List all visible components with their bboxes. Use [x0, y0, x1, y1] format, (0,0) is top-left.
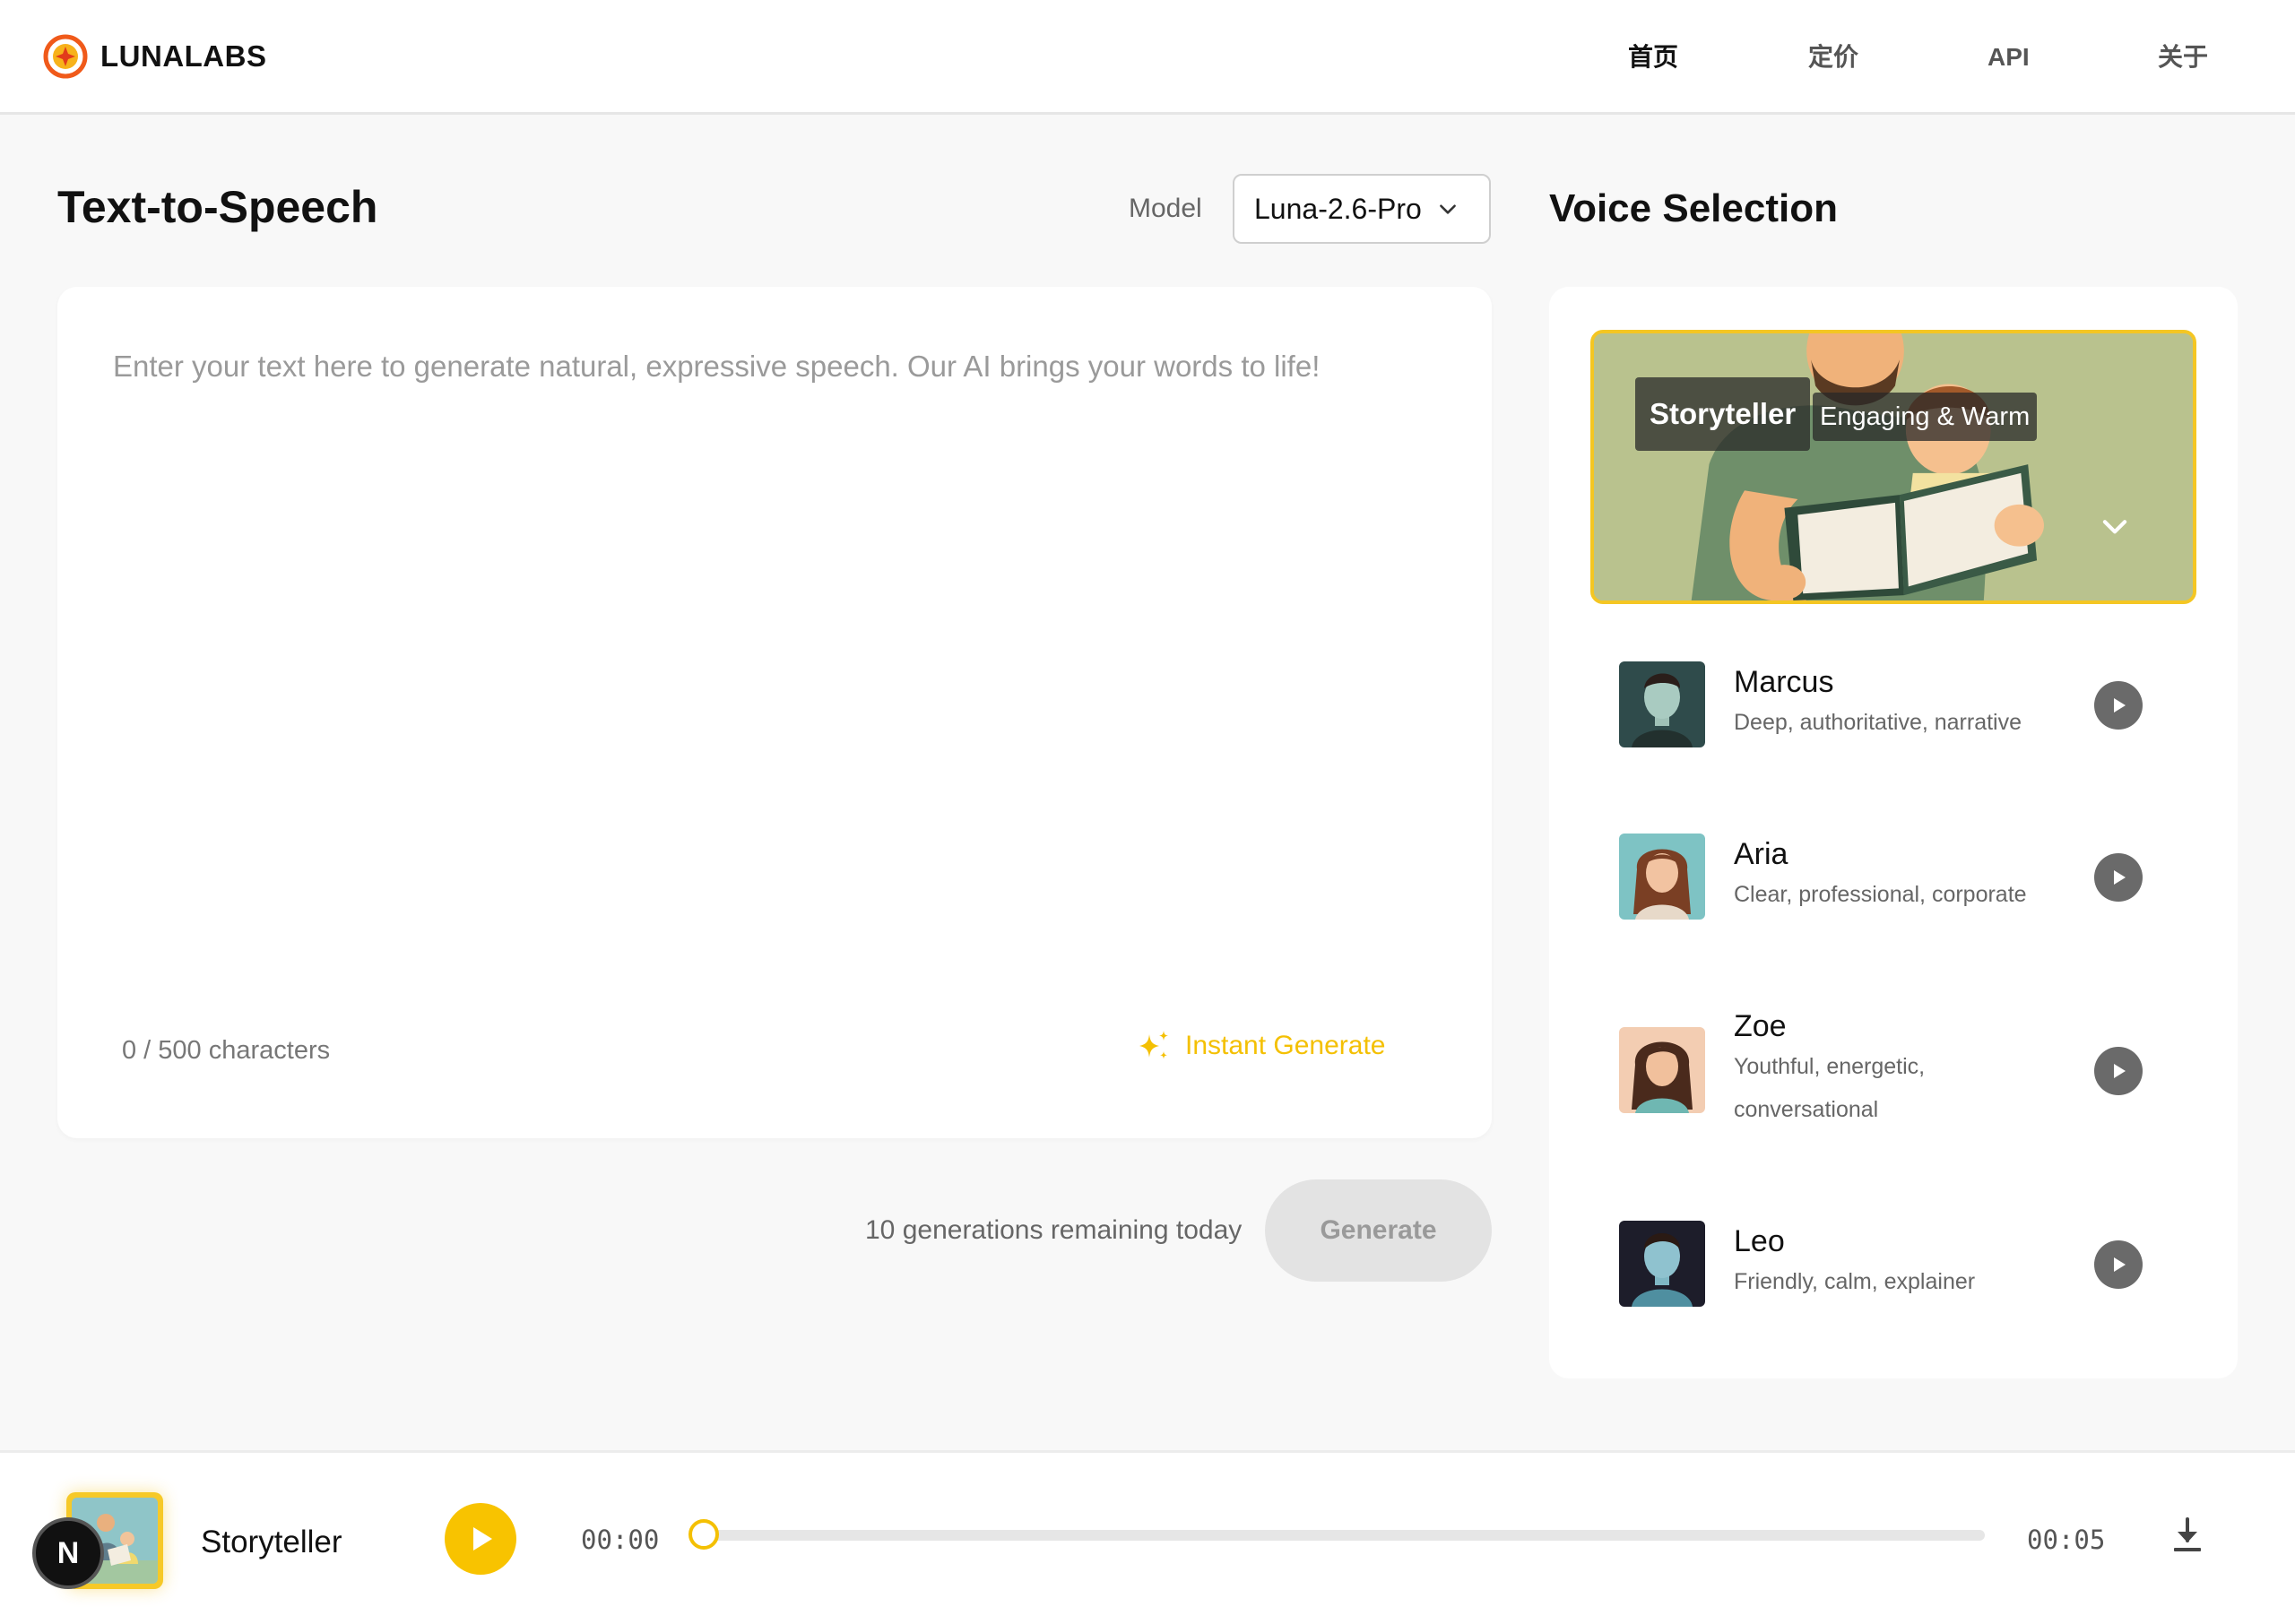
zoe-avatar	[1619, 1027, 1705, 1113]
current-time: 00:00	[581, 1525, 660, 1555]
download-icon[interactable]	[2169, 1516, 2205, 1555]
voice-name: Aria	[1734, 837, 1788, 871]
voice-name: Marcus	[1734, 665, 1834, 699]
play-icon	[2114, 698, 2126, 713]
featured-voice-name: Storyteller	[1635, 377, 1811, 451]
text-input[interactable]	[113, 350, 1440, 995]
nav-pricing[interactable]: 定价	[1808, 39, 1858, 75]
instant-generate-button[interactable]: Instant Generate	[1135, 1027, 1385, 1065]
instant-generate-label: Instant Generate	[1185, 1031, 1386, 1060]
audio-player: Storyteller 00:00 00:05	[0, 1450, 2295, 1624]
voice-description: Friendly, calm, explainer	[1734, 1269, 1976, 1294]
model-select[interactable]: Luna-2.6-Pro	[1233, 174, 1491, 244]
model-label: Model	[1129, 194, 1202, 223]
voice-item-aria[interactable]: Aria Clear, professional, corporate	[1619, 834, 2184, 923]
voice-description: Deep, authoritative, narrative	[1734, 710, 2022, 735]
voice-item-marcus[interactable]: Marcus Deep, authoritative, narrative	[1619, 661, 2184, 751]
player-voice-name: Storyteller	[201, 1525, 342, 1559]
voice-item-zoe[interactable]: Zoe Youthful, energetic, conversational	[1619, 1009, 2184, 1162]
avatar	[1619, 1027, 1705, 1113]
nav-api[interactable]: API	[1988, 39, 2030, 75]
aria-avatar	[1619, 834, 1705, 920]
play-icon	[2114, 870, 2126, 885]
generations-remaining: 10 generations remaining today	[865, 1215, 1243, 1245]
sparkles-icon	[1139, 1031, 1168, 1059]
voice-selection-title: Voice Selection	[1549, 186, 1838, 230]
chevron-down-icon[interactable]	[2098, 509, 2132, 543]
storyteller-illustration	[1594, 333, 2193, 600]
play-icon	[2114, 1257, 2126, 1272]
chevron-down-icon	[1439, 204, 1456, 214]
char-count: 0 / 500 characters	[122, 1036, 331, 1065]
text-editor-card: 0 / 500 characters Instant Generate	[57, 287, 1492, 1138]
leo-avatar	[1619, 1221, 1705, 1307]
avatar	[1619, 1221, 1705, 1307]
play-button[interactable]	[2094, 681, 2143, 730]
voice-selection-panel: Storyteller Engaging & Warm Marcus Deep,…	[1549, 287, 2238, 1378]
featured-voice-card[interactable]: Storyteller Engaging & Warm	[1590, 330, 2196, 604]
progress-track[interactable]	[705, 1530, 1985, 1541]
avatar	[1619, 834, 1705, 920]
voice-description: Clear, professional, corporate	[1734, 882, 2027, 907]
voice-item-leo[interactable]: Leo Friendly, calm, explainer	[1619, 1221, 2184, 1310]
model-select-value: Luna-2.6-Pro	[1254, 192, 1422, 225]
total-time: 00:05	[2027, 1525, 2106, 1555]
play-button[interactable]	[2094, 1047, 2143, 1095]
marcus-avatar	[1619, 661, 1705, 747]
play-icon	[473, 1527, 492, 1551]
featured-voice-tag: Engaging & Warm	[1813, 393, 2038, 441]
n-badge[interactable]: N	[32, 1517, 104, 1589]
nav-home[interactable]: 首页	[1628, 39, 1678, 75]
nav-links: 首页 定价 API 关于	[0, 39, 2295, 75]
top-navigation: LUNALABS 首页 定价 API 关于	[0, 0, 2295, 115]
play-button[interactable]	[2094, 853, 2143, 902]
page-title: Text-to-Speech	[57, 182, 378, 232]
voice-description: Youthful, energetic, conversational	[1734, 1054, 1926, 1122]
player-play-button[interactable]	[445, 1503, 516, 1575]
play-button[interactable]	[2094, 1240, 2143, 1289]
play-icon	[2114, 1064, 2126, 1078]
avatar	[1619, 661, 1705, 747]
voice-name: Leo	[1734, 1224, 1785, 1258]
voice-name: Zoe	[1734, 1009, 1787, 1043]
generate-button[interactable]: Generate	[1265, 1179, 1492, 1282]
progress-handle[interactable]	[688, 1519, 719, 1550]
nav-about[interactable]: 关于	[2158, 39, 2208, 75]
